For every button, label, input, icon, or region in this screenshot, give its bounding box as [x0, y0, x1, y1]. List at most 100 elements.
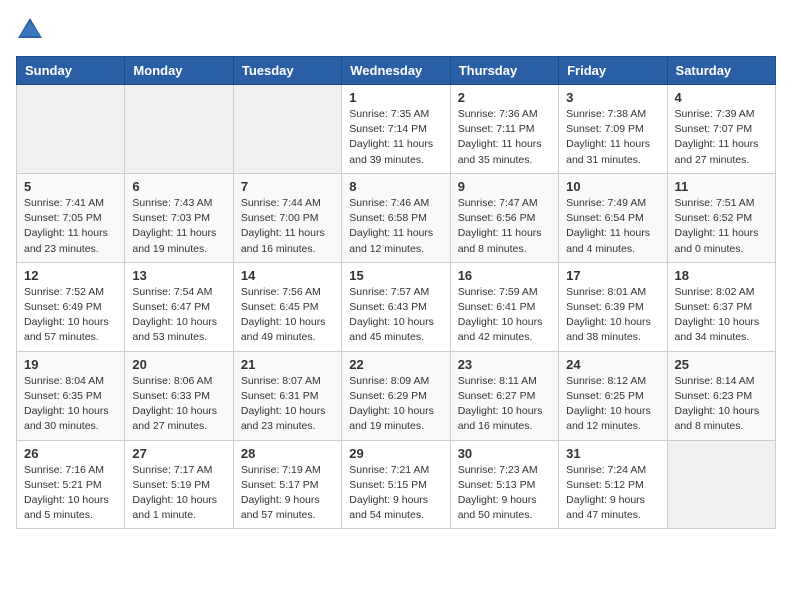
daylight: Daylight: 10 hours and 27 minutes. [132, 405, 217, 432]
day-number: 18 [675, 268, 768, 283]
day-info: Sunrise: 7:56 AM Sunset: 6:45 PM Daylight:… [241, 285, 334, 346]
day-info: Sunrise: 8:02 AMSunset: 6:37 PMDaylight:… [675, 285, 768, 346]
sunset: Sunset: 6:43 PM [349, 301, 427, 313]
daylight: Daylight: 10 hours and 45 minutes. [349, 316, 434, 343]
day-number: 27 [132, 446, 225, 461]
sunrise: Sunrise: 7:52 AM [24, 286, 104, 298]
calendar-cell: 14 Sunrise: 7:56 AM Sunset: 6:45 PM Dayligh… [233, 262, 341, 351]
daylight: Daylight: 9 hours and 50 minutes. [458, 494, 537, 521]
day-info: Sunrise: 8:14 AMSunset: 6:23 PMDaylight:… [675, 374, 768, 435]
sunset: Sunset: 6:52 PM [675, 212, 753, 224]
calendar-cell [667, 440, 775, 529]
sunrise: Sunrise: 7:51 AM [675, 197, 755, 209]
day-info: Sunrise: 7:52 AMSunset: 6:49 PMDaylight:… [24, 285, 117, 346]
weekday-header-tuesday: Tuesday [233, 57, 341, 85]
weekday-header-sunday: Sunday [17, 57, 125, 85]
calendar-cell: 31Sunrise: 7:24 AMSunset: 5:12 PMDayligh… [559, 440, 667, 529]
sunrise: Sunrise: 7:44 AM [241, 197, 321, 209]
weekday-header-friday: Friday [559, 57, 667, 85]
day-number: 22 [349, 357, 442, 372]
week-row-4: 19Sunrise: 8:04 AMSunset: 6:35 PMDayligh… [17, 351, 776, 440]
calendar-cell: 10Sunrise: 7:49 AMSunset: 6:54 PMDayligh… [559, 173, 667, 262]
day-number: 26 [24, 446, 117, 461]
sunset: Sunset: 5:19 PM [132, 479, 210, 491]
calendar-cell: 4Sunrise: 7:39 AMSunset: 7:07 PMDaylight… [667, 85, 775, 174]
day-info: Sunrise: 7:41 AMSunset: 7:05 PMDaylight:… [24, 196, 117, 257]
sunrise: Sunrise: 8:04 AM [24, 375, 104, 387]
week-row-5: 26 Sunrise: 7:16 AMSunset: 5:21 PMDayligh… [17, 440, 776, 529]
page-header [16, 16, 776, 44]
calendar-cell: 23Sunrise: 8:11 AMSunset: 6:27 PMDayligh… [450, 351, 558, 440]
sunrise: Sunrise: 7:21 AM [349, 464, 429, 476]
logo [16, 16, 48, 44]
sunset: Sunset: 6:45 PM [241, 301, 319, 313]
day-info: Sunrise: 8:11 AMSunset: 6:27 PMDaylight:… [458, 374, 551, 435]
sunrise: Sunrise: 8:14 AM [675, 375, 755, 387]
daylight: Daylight: 10 hours and 1 minute. [132, 494, 217, 521]
sunrise: Sunrise: 7:36 AM [458, 108, 538, 120]
sunset: Sunset: 6:54 PM [566, 212, 644, 224]
sunset: Sunset: 7:05 PM [24, 212, 102, 224]
calendar-cell: 5 Sunrise: 7:41 AMSunset: 7:05 PMDaylight… [17, 173, 125, 262]
sunset: Sunset: 5:13 PM [458, 479, 536, 491]
day-number: 14 [241, 268, 334, 283]
calendar-cell: 29Sunrise: 7:21 AMSunset: 5:15 PMDayligh… [342, 440, 450, 529]
calendar-cell: 2Sunrise: 7:36 AMSunset: 7:11 PMDaylight… [450, 85, 558, 174]
day-number: 9 [458, 179, 551, 194]
daylight: Daylight: 9 hours and 57 minutes. [241, 494, 320, 521]
calendar-cell: 22Sunrise: 8:09 AMSunset: 6:29 PMDayligh… [342, 351, 450, 440]
calendar-cell: 25Sunrise: 8:14 AMSunset: 6:23 PMDayligh… [667, 351, 775, 440]
day-info: Sunrise: 7:36 AMSunset: 7:11 PMDaylight:… [458, 107, 551, 168]
calendar-cell: 24Sunrise: 8:12 AMSunset: 6:25 PMDayligh… [559, 351, 667, 440]
sunrise: Sunrise: 7:47 AM [458, 197, 538, 209]
daylight: Daylight: 11 hours and 23 minutes. [24, 227, 108, 254]
sunrise: Sunrise: 7:35 AM [349, 108, 429, 120]
day-number: 5 [24, 179, 117, 194]
daylight: Daylight: 10 hours and 12 minutes. [566, 405, 651, 432]
day-info: Sunrise: 8:06 AMSunset: 6:33 PMDaylight:… [132, 374, 225, 435]
calendar-cell: 26 Sunrise: 7:16 AMSunset: 5:21 PMDayligh… [17, 440, 125, 529]
sunset: Sunset: 7:09 PM [566, 123, 644, 135]
sunset: Sunset: 6:56 PM [458, 212, 536, 224]
sunrise: Sunrise: 7:19 AM [241, 464, 321, 476]
daylight: Daylight: 10 hours and 5 minutes. [24, 494, 109, 521]
sunrise: Sunrise: 8:07 AM [241, 375, 321, 387]
calendar-cell: 20Sunrise: 8:06 AMSunset: 6:33 PMDayligh… [125, 351, 233, 440]
sunset: Sunset: 6:35 PM [24, 390, 102, 402]
calendar-cell: 3Sunrise: 7:38 AMSunset: 7:09 PMDaylight… [559, 85, 667, 174]
day-info: Sunrise: 7:49 AMSunset: 6:54 PMDaylight:… [566, 196, 659, 257]
calendar-cell: 7Sunrise: 7:44 AMSunset: 7:00 PMDaylight… [233, 173, 341, 262]
calendar-cell [17, 85, 125, 174]
sunset: Sunset: 5:12 PM [566, 479, 644, 491]
day-number: 8 [349, 179, 442, 194]
sunrise: Sunrise: 7:23 AM [458, 464, 538, 476]
sunrise: Sunrise: 8:12 AM [566, 375, 646, 387]
daylight: Daylight: 10 hours and 49 minutes. [241, 316, 326, 343]
sunrise: Sunrise: 7:56 AM [241, 286, 321, 298]
sunrise: Sunrise: 7:24 AM [566, 464, 646, 476]
sunrise: Sunrise: 7:39 AM [675, 108, 755, 120]
sunset: Sunset: 7:03 PM [132, 212, 210, 224]
day-number: 1 [349, 90, 442, 105]
day-info: Sunrise: 7:46 AMSunset: 6:58 PMDaylight:… [349, 196, 442, 257]
calendar-cell: 18 Sunrise: 8:02 AMSunset: 6:37 PMDayligh… [667, 262, 775, 351]
weekday-header-saturday: Saturday [667, 57, 775, 85]
sunset: Sunset: 6:49 PM [24, 301, 102, 313]
day-number: 6 [132, 179, 225, 194]
day-number: 7 [241, 179, 334, 194]
calendar-cell: 19Sunrise: 8:04 AMSunset: 6:35 PMDayligh… [17, 351, 125, 440]
day-info: Sunrise: 7:19 AMSunset: 5:17 PMDaylight:… [241, 463, 334, 524]
week-row-2: 5 Sunrise: 7:41 AMSunset: 7:05 PMDaylight… [17, 173, 776, 262]
sunrise: Sunrise: 7:16 AM [24, 464, 104, 476]
day-info: Sunrise: 7:16 AMSunset: 5:21 PMDaylight:… [24, 463, 117, 524]
daylight: Daylight: 10 hours and 16 minutes. [458, 405, 543, 432]
sunset: Sunset: 6:33 PM [132, 390, 210, 402]
daylight: Daylight: 11 hours and 4 minutes. [566, 227, 650, 254]
sunset: Sunset: 6:25 PM [566, 390, 644, 402]
sunset: Sunset: 6:58 PM [349, 212, 427, 224]
sunset: Sunset: 6:41 PM [458, 301, 536, 313]
sunrise: Sunrise: 7:46 AM [349, 197, 429, 209]
day-number: 16 [458, 268, 551, 283]
daylight: Daylight: 11 hours and 19 minutes. [132, 227, 216, 254]
calendar-cell: 8Sunrise: 7:46 AMSunset: 6:58 PMDaylight… [342, 173, 450, 262]
